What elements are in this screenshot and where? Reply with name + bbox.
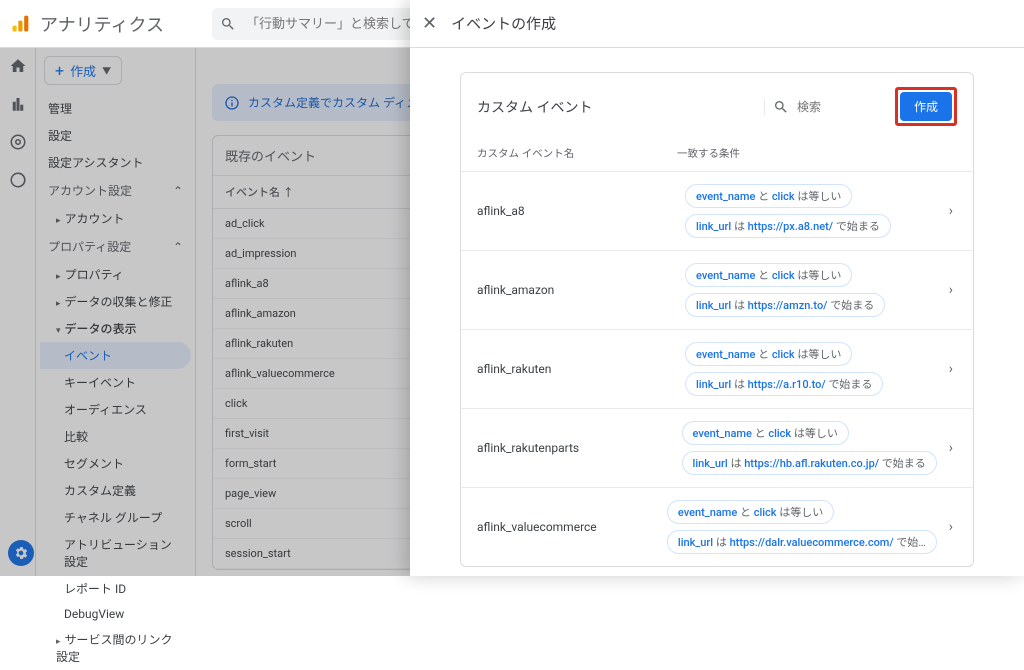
condition-chip: link_url は https://dalr.valuecommerce.co…: [667, 530, 937, 554]
panel-title: イベントの作成: [451, 13, 556, 34]
create-event-panel: ✕ イベントの作成 カスタム イベント 作成 カスタム イベント名 一致する条件: [410, 0, 1024, 576]
condition-chip: event_name と click は等しい: [685, 184, 852, 208]
create-event-button[interactable]: 作成: [900, 92, 952, 121]
column-header-conditions: 一致する条件: [677, 146, 957, 161]
chevron-right-icon: ›: [945, 203, 957, 219]
sidebar-item-service-links[interactable]: ▸サービス間のリンク設定: [40, 626, 191, 670]
chevron-right-icon: ›: [945, 519, 957, 535]
custom-event-row[interactable]: aflink_valuecommerce event_name と click は…: [461, 487, 973, 566]
app-title: アナリティクス: [40, 11, 164, 37]
panel-search[interactable]: [764, 99, 885, 115]
condition-chip: link_url は https://px.a8.net/ で始まる: [685, 214, 891, 238]
panel-search-input[interactable]: [795, 99, 885, 115]
chevron-right-icon: ›: [945, 361, 957, 377]
ga-logo: [8, 12, 32, 36]
custom-event-row[interactable]: aflink_rakuten event_name と click は等しい lin…: [461, 329, 973, 408]
highlight-create-button: 作成: [895, 87, 957, 126]
condition-chip: event_name と click は等しい: [667, 500, 834, 524]
chevron-right-icon: ›: [945, 440, 957, 456]
close-icon[interactable]: ✕: [422, 13, 437, 34]
condition-chip: event_name と click は等しい: [685, 263, 852, 287]
condition-chip: event_name と click は等しい: [685, 342, 852, 366]
column-header-event-name: カスタム イベント名: [477, 146, 677, 161]
event-name: aflink_valuecommerce: [477, 520, 659, 534]
custom-events-card: カスタム イベント 作成 カスタム イベント名 一致する条件 aflink_a8…: [460, 72, 974, 567]
search-icon: [220, 16, 236, 32]
custom-event-row[interactable]: aflink_amazon event_name と click は等しい link…: [461, 250, 973, 329]
section-label: カスタム イベント: [477, 97, 592, 117]
condition-chip: event_name と click は等しい: [682, 421, 849, 445]
event-name: aflink_amazon: [477, 283, 677, 297]
triangle-icon: ▸: [56, 637, 61, 647]
custom-event-row[interactable]: aflink_a8 event_name と click は等しい link_url…: [461, 171, 973, 250]
event-name: aflink_a8: [477, 204, 677, 218]
chevron-right-icon: ›: [945, 282, 957, 298]
sidebar-item[interactable]: DebugView: [40, 602, 191, 626]
condition-chip: link_url は https://hb.afl.rakuten.co.jp/…: [682, 451, 937, 475]
custom-event-row[interactable]: aflink_rakutenparts event_name と click は等…: [461, 408, 973, 487]
event-name: aflink_rakuten: [477, 362, 677, 376]
sidebar-item[interactable]: レポート ID: [40, 575, 191, 602]
condition-chip: link_url は https://amzn.to/ で始まる: [685, 293, 885, 317]
condition-chip: link_url は https://a.r10.to/ で始まる: [685, 372, 883, 396]
search-icon: [773, 99, 789, 115]
event-name: aflink_rakutenparts: [477, 441, 674, 455]
